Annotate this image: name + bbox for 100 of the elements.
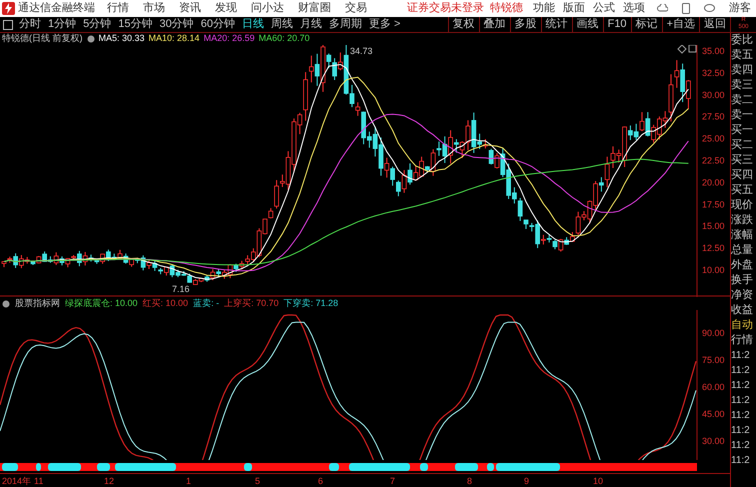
date-label: 1 (186, 476, 192, 486)
mode-label[interactable]: 自动 (731, 318, 756, 333)
indicator-tick: 90.00 (702, 328, 725, 338)
phone-icon[interactable] (682, 3, 690, 14)
menu-item[interactable]: 公式 (593, 0, 615, 17)
indicator-tick: 45.00 (702, 409, 725, 419)
ma-value: MA10: 28.14 (148, 32, 200, 46)
quote-label: 买二 (731, 138, 754, 153)
quote-label: 买四 (731, 168, 754, 183)
indicator-tick: 75.00 (702, 355, 725, 365)
quote-label: 卖四 (731, 63, 754, 78)
ma-value: MA20: 26.59 (204, 32, 255, 46)
app-title: 通达信金融终端 (18, 0, 95, 16)
low-price-label: 7.16 (172, 284, 190, 294)
price-tick: 15.00 (702, 221, 725, 232)
user-label[interactable]: 游客 (729, 0, 751, 17)
tool-button[interactable]: F10 (602, 17, 631, 32)
price-tick: 30.00 (702, 90, 725, 100)
price-tick: 22.50 (702, 156, 725, 166)
date-label: 2014年 (2, 476, 32, 486)
price-tick: 27.50 (702, 112, 725, 122)
trade-time: 11:2 (731, 394, 751, 408)
panel-icon[interactable] (3, 20, 13, 30)
indicator-tick: 60.00 (702, 382, 725, 392)
price-tick: 35.00 (702, 46, 725, 56)
menu-item[interactable]: 功能 (533, 0, 555, 17)
cloud-icon[interactable] (657, 4, 668, 14)
tool-button[interactable]: +自选 (662, 17, 699, 32)
quote-label: 买五 (731, 183, 754, 198)
quote-label: 卖二 (731, 93, 754, 108)
date-label: 7 (390, 476, 396, 486)
indicator-value: 蓝卖: - (193, 296, 220, 310)
quote-label: 现价 (731, 198, 754, 213)
menu-item[interactable]: 交易 (345, 0, 367, 17)
period-tab[interactable]: 1分钟 (48, 16, 76, 33)
indicator-value: 下穿卖: 71.28 (284, 296, 338, 310)
period-tab[interactable]: 30分钟 (160, 16, 194, 33)
price-tick: 32.50 (702, 68, 725, 78)
period-tab[interactable]: 更多 > (369, 16, 400, 33)
diamond-icon[interactable] (677, 45, 687, 54)
period-tab[interactable]: 月线 (300, 16, 322, 33)
tool-button[interactable]: 标记 (630, 17, 662, 32)
date-label: 6 (318, 476, 324, 486)
quote-label: 买一 (731, 123, 754, 138)
ma-value: MA60: 20.70 (258, 32, 310, 46)
tool-button[interactable]: 画线 (572, 17, 603, 32)
quote-label: 涨跌 (731, 213, 754, 228)
menu-item[interactable]: 选项 (623, 0, 645, 17)
quote-label: 卖三 (731, 78, 754, 93)
date-label: 11 (34, 476, 44, 486)
tool-button[interactable]: 返回 (699, 17, 730, 32)
price-tick: 12.50 (702, 243, 725, 254)
tool-button[interactable]: 叠加 (478, 17, 510, 32)
indicator-value: 绿探底震仓: 10.00 (65, 296, 138, 310)
menu-item[interactable]: 发现 (215, 0, 237, 17)
chart-title: 特锐德(日线 前复权) (2, 32, 82, 46)
quote-label: 涨幅 (731, 228, 754, 243)
menu-item[interactable]: 问小达 (251, 0, 284, 17)
stock-link[interactable]: 特锐德 (490, 0, 523, 17)
trade-time: 11:2 (731, 409, 751, 423)
menu-item[interactable]: 财富圈 (298, 0, 331, 17)
date-label: 5 (255, 476, 260, 486)
tool-button[interactable]: 多股 (510, 17, 541, 32)
period-tab[interactable]: 60分钟 (200, 16, 235, 33)
quote-label: 外盘 (731, 258, 754, 273)
menu-item[interactable]: 资讯 (179, 0, 201, 17)
ma-value: MA5: 30.33 (98, 32, 145, 46)
price-tick: 10.00 (702, 265, 725, 275)
date-label: 10 (593, 476, 604, 486)
date-label: 9 (524, 476, 530, 486)
date-label: 12 (104, 476, 114, 486)
indicator-value: 红买: 10.00 (142, 296, 188, 310)
period-tab[interactable]: 多周期 (329, 16, 362, 33)
period-tab[interactable]: 15分钟 (118, 16, 152, 33)
indicator-tick: 30.00 (702, 436, 725, 446)
period-tab[interactable]: 分时 (19, 16, 41, 33)
trade-time: 11:2 (731, 379, 751, 393)
menu-item[interactable]: 行情 (107, 0, 129, 17)
indicator-title: 股票指标网 (15, 296, 60, 310)
period-tab[interactable]: 周线 (271, 16, 293, 33)
quote-label: 总量 (731, 243, 754, 258)
login-status[interactable]: 证券交易未登录 (407, 0, 484, 17)
trade-time: 11:2 (731, 439, 751, 453)
price-tick: 25.00 (702, 134, 725, 144)
menu-item[interactable]: 版面 (563, 0, 585, 17)
message-icon[interactable] (704, 4, 715, 13)
tool-button[interactable]: 统计 (540, 17, 572, 32)
trade-time: 11:2 (731, 454, 751, 468)
period-tab[interactable]: 日线 (242, 16, 264, 33)
tool-button[interactable]: 复权 (448, 17, 479, 32)
section-label: 行情 (731, 333, 754, 348)
high-price-label: 34.73 (350, 46, 373, 56)
quote-label: 换手 (731, 273, 754, 288)
quote-label: 委比 (731, 33, 754, 48)
indicator-value: 上穿买: 70.70 (224, 296, 279, 310)
price-tick: 20.00 (702, 177, 725, 188)
quote-label: 卖五 (731, 48, 754, 63)
menu-item[interactable]: 市场 (143, 0, 165, 17)
period-tab[interactable]: 5分钟 (83, 16, 112, 33)
date-label: 8 (467, 476, 472, 486)
